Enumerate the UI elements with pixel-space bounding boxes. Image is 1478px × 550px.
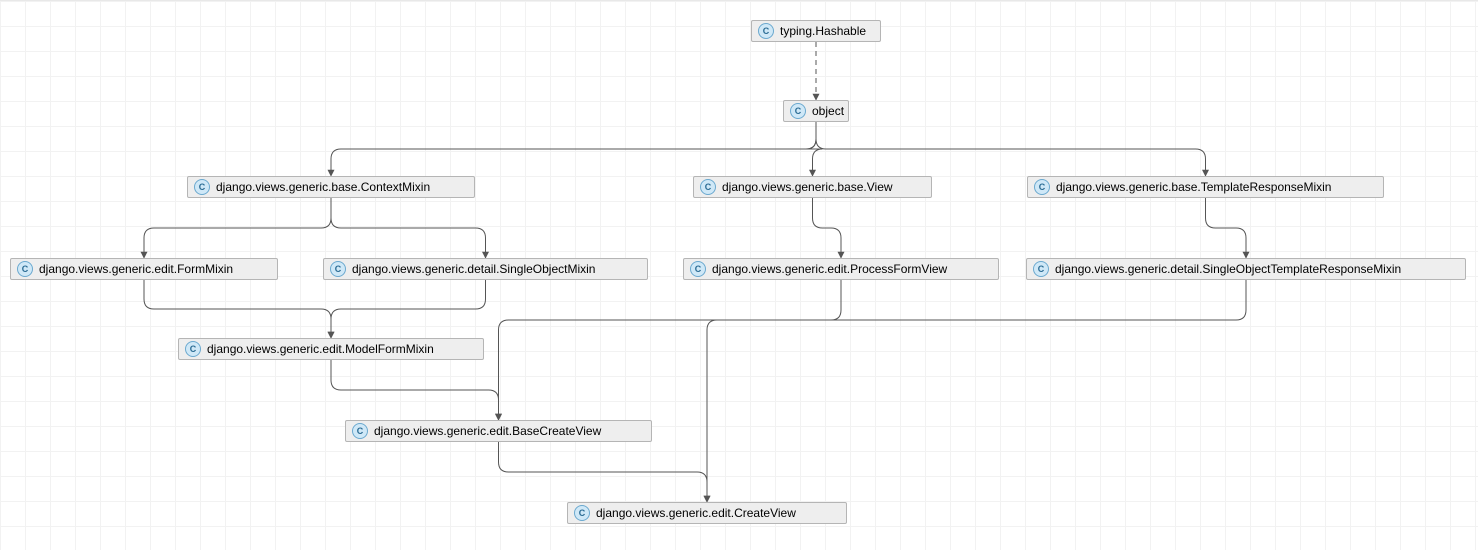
class-node-create_view[interactable]: Cdjango.views.generic.edit.CreateView (567, 502, 847, 524)
class-icon: C (185, 341, 201, 357)
class-label: django.views.generic.base.View (722, 180, 893, 194)
edge-tmpl_response_mixin-to-single_obj_tmpl_mixin (1206, 198, 1247, 258)
class-label: django.views.generic.edit.FormMixin (39, 262, 233, 276)
class-label: django.views.generic.detail.SingleObject… (1055, 262, 1401, 276)
class-node-tmpl_response_mixin[interactable]: Cdjango.views.generic.base.TemplateRespo… (1027, 176, 1384, 198)
class-icon: C (194, 179, 210, 195)
class-label: django.views.generic.detail.SingleObject… (352, 262, 595, 276)
class-node-base_create_view[interactable]: Cdjango.views.generic.edit.BaseCreateVie… (345, 420, 652, 442)
class-label: django.views.generic.edit.ProcessFormVie… (712, 262, 947, 276)
class-icon: C (1033, 261, 1049, 277)
class-node-single_obj_tmpl_mixin[interactable]: Cdjango.views.generic.detail.SingleObjec… (1026, 258, 1466, 280)
class-label: django.views.generic.edit.BaseCreateView (374, 424, 601, 438)
class-icon: C (790, 103, 806, 119)
class-label: object (812, 104, 844, 118)
class-icon: C (330, 261, 346, 277)
class-icon: C (574, 505, 590, 521)
class-icon: C (17, 261, 33, 277)
class-node-hashable[interactable]: Ctyping.Hashable (751, 20, 881, 42)
class-icon: C (700, 179, 716, 195)
edge-process_form_view-to-base_create_view (499, 280, 842, 420)
class-node-view[interactable]: Cdjango.views.generic.base.View (693, 176, 932, 198)
edge-context_mixin-to-single_obj_mixin (331, 198, 486, 258)
edge-model_form_mixin-to-base_create_view (331, 360, 499, 420)
class-node-process_form_view[interactable]: Cdjango.views.generic.edit.ProcessFormVi… (683, 258, 999, 280)
edge-object-to-context_mixin (331, 122, 816, 176)
edge-object-to-tmpl_response_mixin (816, 122, 1206, 176)
edge-context_mixin-to-form_mixin (144, 198, 331, 258)
edge-single_obj_mixin-to-model_form_mixin (331, 280, 486, 338)
edge-single_obj_tmpl_mixin-to-create_view (707, 280, 1246, 502)
class-label: django.views.generic.base.TemplateRespon… (1056, 180, 1331, 194)
class-icon: C (1034, 179, 1050, 195)
diagram-canvas[interactable]: Ctyping.HashableCobjectCdjango.views.gen… (0, 0, 1478, 550)
edge-form_mixin-to-model_form_mixin (144, 280, 331, 338)
class-node-single_obj_mixin[interactable]: Cdjango.views.generic.detail.SingleObjec… (323, 258, 648, 280)
edge-view-to-process_form_view (813, 198, 842, 258)
class-node-object[interactable]: Cobject (783, 100, 849, 122)
class-node-form_mixin[interactable]: Cdjango.views.generic.edit.FormMixin (10, 258, 278, 280)
edge-object-to-view (806, 122, 823, 176)
class-node-model_form_mixin[interactable]: Cdjango.views.generic.edit.ModelFormMixi… (178, 338, 484, 360)
edge-base_create_view-to-create_view (499, 442, 708, 502)
class-icon: C (352, 423, 368, 439)
class-label: django.views.generic.edit.ModelFormMixin (207, 342, 434, 356)
class-label: django.views.generic.edit.CreateView (596, 506, 796, 520)
class-label: typing.Hashable (780, 24, 866, 38)
class-label: django.views.generic.base.ContextMixin (216, 180, 430, 194)
class-icon: C (758, 23, 774, 39)
class-node-context_mixin[interactable]: Cdjango.views.generic.base.ContextMixin (187, 176, 475, 198)
class-icon: C (690, 261, 706, 277)
